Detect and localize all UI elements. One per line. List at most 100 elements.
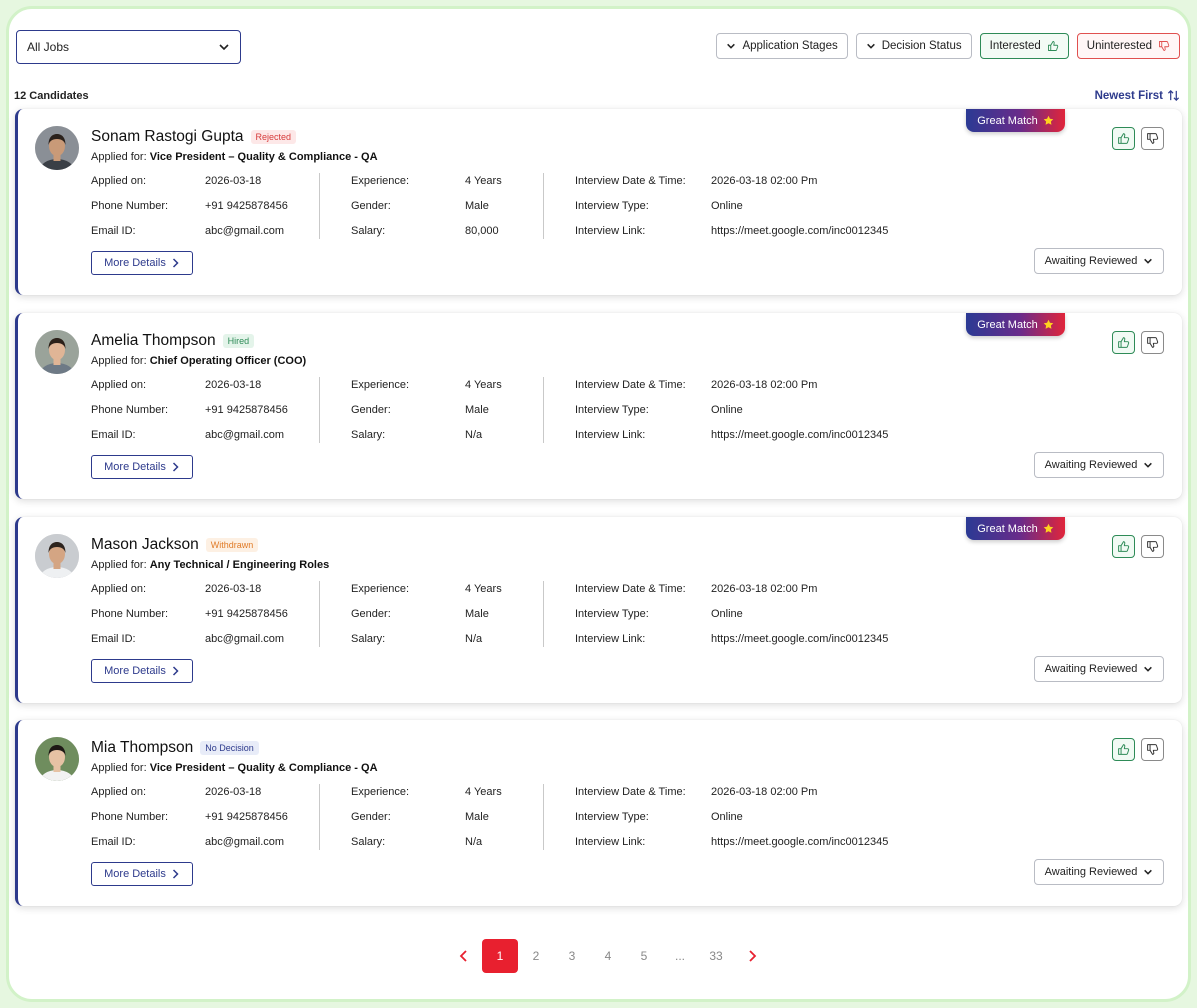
page-button[interactable]: 1 [482, 939, 518, 973]
interview-datetime-label: Interview Date & Time: [575, 379, 686, 391]
experience-label: Experience: [351, 786, 410, 798]
candidate-name[interactable]: Amelia Thompson Hired [91, 332, 255, 350]
jobs-select-value: All Jobs [27, 40, 70, 54]
great-match-badge: Great Match [966, 109, 1065, 132]
phone-value: +91 9425878456 [205, 608, 288, 620]
more-details-button[interactable]: More Details [91, 251, 193, 275]
chevron-right-icon [172, 666, 179, 676]
gender-value: Male [465, 608, 489, 620]
candidate-count: 12 Candidates [14, 90, 89, 102]
thumbs-down-button[interactable] [1141, 738, 1164, 761]
applied-for-label: Applied for: [91, 355, 150, 367]
thumbs-up-button[interactable] [1112, 535, 1135, 558]
avatar-photo [35, 126, 79, 170]
email-value: abc@gmail.com [205, 429, 285, 441]
pagination: 1 2 3 4 5... 33 [446, 939, 770, 973]
gender-value: Male [465, 811, 489, 823]
more-details-button[interactable]: More Details [91, 659, 193, 683]
thumbs-up-button[interactable] [1112, 738, 1135, 761]
more-details-label: More Details [104, 257, 166, 269]
review-status-select[interactable]: Awaiting Reviewed [1034, 248, 1164, 274]
salary-label: Salary: [351, 836, 386, 848]
prev-page-button[interactable] [446, 939, 482, 973]
app-frame: All Jobs Application Stages Decision Sta… [6, 6, 1191, 1002]
candidate-name[interactable]: Sonam Rastogi Gupta Rejected [91, 128, 297, 146]
page-ellipsis: ... [674, 949, 685, 963]
interview-type-value: Online [711, 608, 743, 620]
decision-status-filter[interactable]: Decision Status [855, 33, 972, 59]
applied-on-value: 2026-03-18 [205, 379, 262, 391]
interview-datetime-label: Interview Date & Time: [575, 786, 686, 798]
salary-label: Salary: [351, 429, 386, 441]
interview-link[interactable]: https://meet.google.com/inc0012345 [711, 225, 888, 237]
interview-link-label: Interview Link: [575, 633, 646, 645]
interview-datetime-value: 2026-03-18 02:00 Pm [711, 175, 818, 187]
great-match-badge: Great Match [966, 313, 1065, 336]
experience-value: 4 Years [465, 786, 502, 798]
candidate-name-text: Sonam Rastogi Gupta [91, 128, 244, 145]
chevron-down-icon [1144, 462, 1153, 468]
thumbs-down-button[interactable] [1141, 127, 1164, 150]
salary-value: N/a [465, 633, 483, 645]
applied-on-label: Applied on: [91, 786, 147, 798]
interview-type-value: Online [711, 200, 743, 212]
avatar-photo [35, 330, 79, 374]
page-button[interactable]: 2 [518, 939, 554, 973]
sort-toggle[interactable]: Newest First [1095, 89, 1180, 102]
thumbs-up-button[interactable] [1112, 127, 1135, 150]
interview-type-label: Interview Type: [575, 608, 649, 620]
chevron-right-icon [172, 258, 179, 268]
review-status-select[interactable]: Awaiting Reviewed [1034, 452, 1164, 478]
page-button[interactable]: 33 [698, 939, 734, 973]
interview-datetime-label: Interview Date & Time: [575, 175, 686, 187]
interview-link[interactable]: https://meet.google.com/inc0012345 [711, 429, 888, 441]
avatar [35, 534, 79, 578]
star-icon [1043, 115, 1054, 125]
interview-link[interactable]: https://meet.google.com/inc0012345 [711, 836, 888, 848]
applied-for-role: Any Technical / Engineering Roles [149, 559, 330, 571]
thumbs-down-icon [1147, 744, 1159, 755]
salary-value: N/a [465, 429, 483, 441]
column-divider [543, 784, 544, 850]
gender-label: Gender: [351, 404, 391, 416]
gender-value: Male [465, 200, 489, 212]
review-status-select[interactable]: Awaiting Reviewed [1034, 656, 1164, 682]
interested-filter-button[interactable]: Interested [979, 33, 1069, 59]
phone-label: Phone Number: [91, 811, 169, 823]
column-divider [319, 581, 320, 647]
thumbs-down-button[interactable] [1141, 331, 1164, 354]
application-stages-filter[interactable]: Application Stages [716, 33, 848, 59]
candidate-name[interactable]: Mason Jackson Withdrawn [91, 536, 259, 554]
thumbs-down-button[interactable] [1141, 535, 1164, 558]
thumbs-down-icon [1147, 133, 1159, 144]
applied-for-role: Chief Operating Officer (COO) [149, 355, 307, 367]
interview-link-label: Interview Link: [575, 429, 646, 441]
sort-arrows-icon [1167, 90, 1180, 101]
email-value: abc@gmail.com [205, 836, 285, 848]
email-label: Email ID: [91, 429, 136, 441]
more-details-label: More Details [104, 868, 166, 880]
uninterested-filter-button[interactable]: Uninterested [1076, 33, 1180, 59]
more-details-button[interactable]: More Details [91, 862, 193, 886]
thumbs-up-icon [1047, 41, 1059, 51]
thumbs-up-icon [1118, 744, 1130, 755]
review-status-select[interactable]: Awaiting Reviewed [1034, 859, 1164, 885]
jobs-select[interactable]: All Jobs [16, 30, 241, 64]
next-page-button[interactable] [734, 939, 770, 973]
chevron-right-icon [172, 462, 179, 472]
status-badge: Hired [222, 334, 255, 348]
page-button[interactable]: 3 [554, 939, 590, 973]
avatar [35, 126, 79, 170]
page-button[interactable]: 5 [626, 939, 662, 973]
application-stages-label: Application Stages [742, 40, 838, 52]
more-details-button[interactable]: More Details [91, 455, 193, 479]
chevron-down-icon [727, 43, 736, 49]
candidate-name[interactable]: Mia Thompson No Decision [91, 739, 259, 757]
applied-on-value: 2026-03-18 [205, 175, 262, 187]
applied-for-role: Vice President – Quality & Compliance - … [149, 151, 378, 163]
applied-for: Applied for: Any Technical / Engineering… [91, 559, 329, 571]
thumbs-up-button[interactable] [1112, 331, 1135, 354]
salary-value: N/a [465, 836, 483, 848]
interview-link[interactable]: https://meet.google.com/inc0012345 [711, 633, 888, 645]
page-button[interactable]: 4 [590, 939, 626, 973]
